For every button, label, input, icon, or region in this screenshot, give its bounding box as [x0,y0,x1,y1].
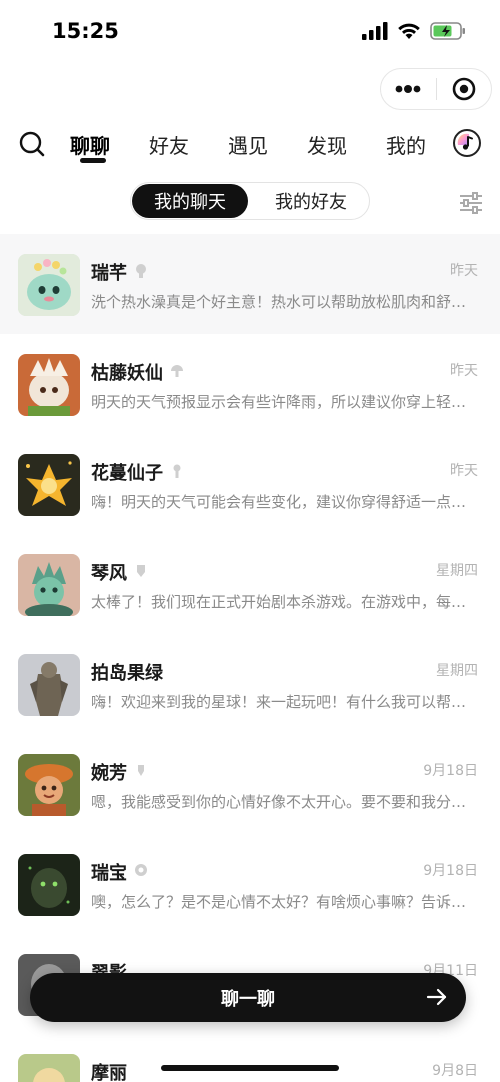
target-circle-icon [452,77,476,101]
status-icons [362,22,466,40]
chat-time: 昨天 [450,263,478,279]
chat-time: 昨天 [450,363,478,379]
character-badge-icon [171,365,183,377]
tab-friends[interactable]: 好友 [149,130,189,159]
character-badge-icon [137,565,145,577]
chat-name: 婉芳 [91,763,127,784]
segment-my-chats[interactable]: 我的聊天 [132,184,248,218]
avatar [18,654,80,716]
character-badge-icon [135,864,147,876]
more-dots-icon [395,85,421,93]
home-indicator [161,1065,339,1071]
chat-time: 星期四 [436,563,478,579]
battery-icon [430,22,465,40]
chat-row[interactable]: 婉芳 9月18日 嗯，我能感受到你的心情好像不太开心。要不要和我分享一下呢？ [0,734,500,834]
search-icon[interactable] [18,130,46,158]
tab-chat[interactable]: 聊聊 [70,130,110,159]
chat-row[interactable]: 枯藤妖仙 昨天 明天的天气预报显示会有些许降雨，所以建议你穿上轻便的雨衣。 [0,334,500,434]
chat-preview: 嗨！明天的天气可能会有些变化，建议你穿得舒适一点哦。 [91,493,477,511]
avatar [18,754,80,816]
avatar [18,554,80,616]
chat-row[interactable]: 瑞芊 昨天 洗个热水澡真是个好主意！热水可以帮助放松肌肉和舒缓压力。 [0,234,500,334]
signal-icon [362,22,388,40]
chat-preview: 明天的天气预报显示会有些许降雨，所以建议你穿上轻便的雨衣。 [91,393,477,411]
more-button[interactable] [381,68,436,110]
segment-my-friends[interactable]: 我的好友 [253,184,369,218]
chat-name: 瑞芊 [91,263,127,284]
start-chat-label: 聊一聊 [221,988,275,1010]
chat-time: 9月8日 [432,1063,478,1079]
chat-row[interactable]: 花蔓仙子 昨天 嗨！明天的天气可能会有些变化，建议你穿得舒适一点哦。 [0,434,500,534]
avatar [18,854,80,916]
chat-name: 拍岛果绿 [91,663,163,684]
chat-row[interactable]: 瑞宝 9月18日 噢，怎么了？是不是心情不太好？有啥烦心事嘛？告诉我吧。 [0,834,500,934]
chat-name: 枯藤妖仙 [91,363,163,384]
chat-name: 琴风 [91,563,127,584]
chat-name: 瑞宝 [91,863,127,884]
wifi-icon [398,23,420,39]
chat-row[interactable]: 摩丽 9月8日 [0,1034,500,1082]
chat-preview: 太棒了！我们现在正式开始剧本杀游戏。在游戏中，每个人都有角色。 [91,593,477,611]
tab-discover[interactable]: 发现 [307,130,347,159]
status-time: 15:25 [52,19,119,43]
chat-preview: 洗个热水澡真是个好主意！热水可以帮助放松肌肉和舒缓压力。 [91,293,477,311]
chat-preview: 嗯，我能感受到你的心情好像不太开心。要不要和我分享一下呢？ [91,793,477,811]
start-chat-button[interactable]: 聊一聊 [30,973,466,1022]
top-navigation: 聊聊 好友 遇见 发现 我的 [0,120,500,166]
chat-name: 花蔓仙子 [91,463,163,484]
character-badge-icon [173,464,181,478]
tab-active-indicator [80,158,106,163]
music-icon[interactable] [453,129,481,157]
chat-time: 星期四 [436,663,478,679]
chat-time: 昨天 [450,463,478,479]
chat-name: 摩丽 [91,1063,127,1082]
mini-program-capsule [380,68,492,110]
arrow-right-icon [426,988,447,1006]
chat-time: 9月18日 [423,763,478,779]
chat-list: 瑞芊 昨天 洗个热水澡真是个好主意！热水可以帮助放松肌肉和舒缓压力。 枯藤妖仙 … [0,234,500,1082]
filter-sliders-icon[interactable] [459,192,483,214]
avatar [18,354,80,416]
status-bar: 15:25 [0,0,500,64]
chat-friend-segment: 我的聊天 我的好友 [130,182,370,220]
tab-meet[interactable]: 遇见 [228,130,268,159]
chat-row[interactable]: 拍岛果绿 星期四 嗨！欢迎来到我的星球！来一起玩吧！有什么我可以帮你的吗？ [0,634,500,734]
character-badge-icon [138,765,144,776]
tab-me[interactable]: 我的 [386,130,426,159]
avatar [18,454,80,516]
close-button[interactable] [436,68,491,110]
chat-preview: 嗨！欢迎来到我的星球！来一起玩吧！有什么我可以帮你的吗？ [91,693,477,711]
avatar [18,254,80,316]
chat-time: 9月18日 [423,863,478,879]
avatar [18,1054,80,1082]
chat-row[interactable]: 琴风 星期四 太棒了！我们现在正式开始剧本杀游戏。在游戏中，每个人都有角色。 [0,534,500,634]
character-badge-icon [136,264,146,278]
chat-preview: 噢，怎么了？是不是心情不太好？有啥烦心事嘛？告诉我吧。 [91,893,477,911]
